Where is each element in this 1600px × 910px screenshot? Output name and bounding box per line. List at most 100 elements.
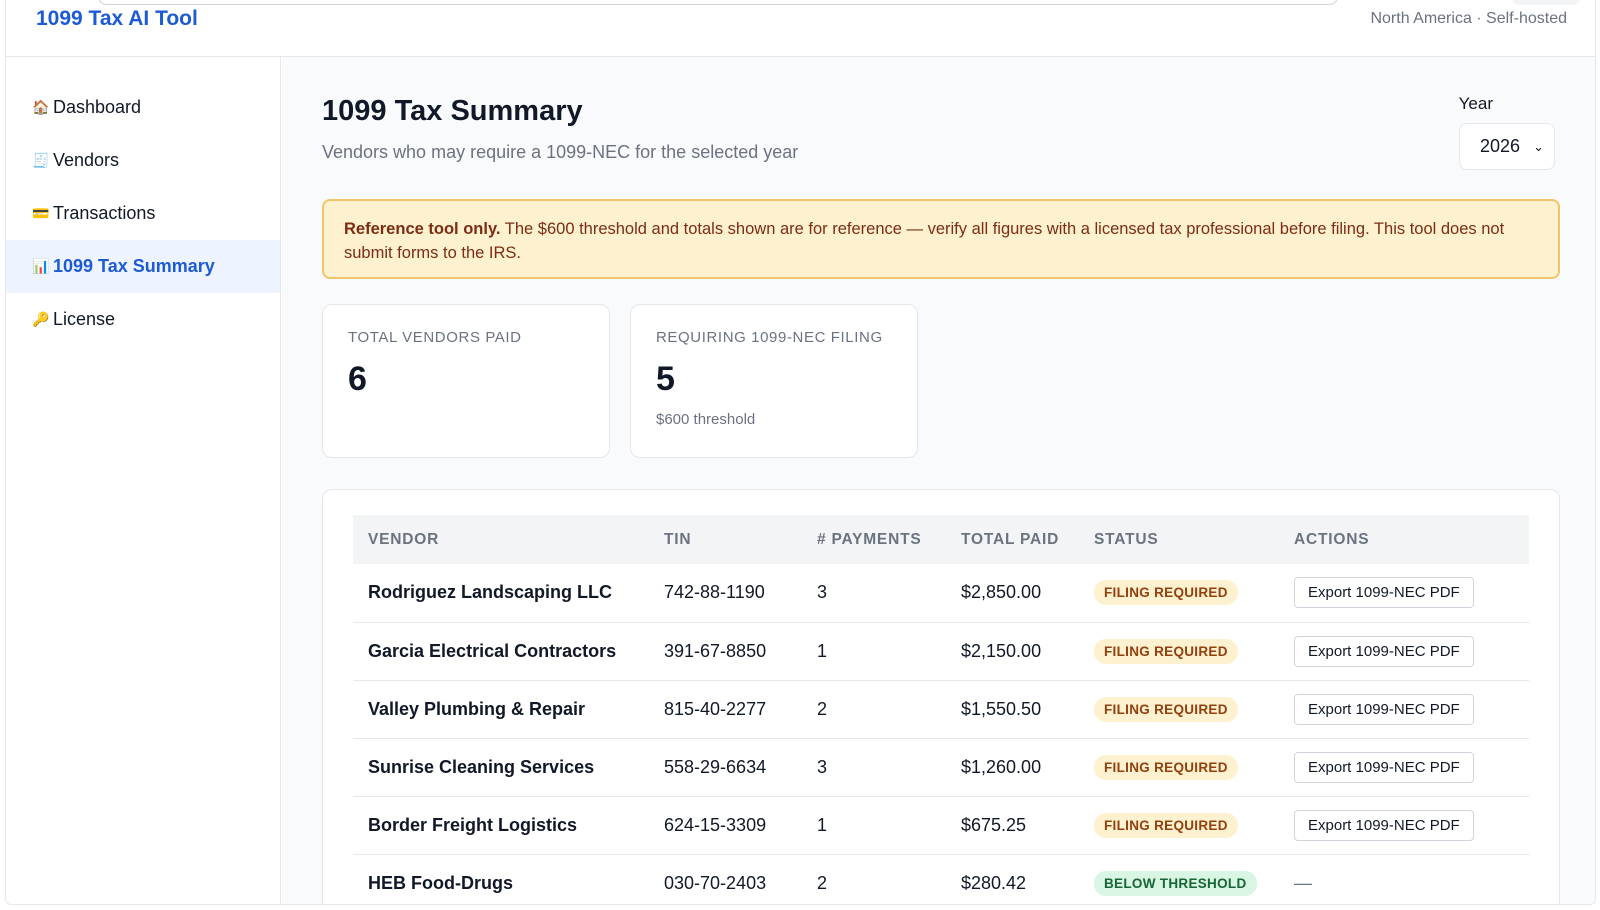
card-label: Requiring 1099-NEC filing (656, 329, 883, 346)
status-badge: FILING REQUIRED (1094, 696, 1238, 722)
table-row: Valley Plumbing & Repair 815-40-2277 2 $1,5… (353, 680, 1529, 739)
total-paid: $1,550.50 (946, 680, 1079, 739)
app-window: 1099 Tax AI Tool North America · Self-ho… (5, 0, 1596, 905)
actions-cell: Export 1099-NEC PDF (1279, 622, 1529, 681)
payment-count: 2 (802, 680, 946, 739)
payment-count: 3 (802, 738, 946, 797)
page-subtitle: Vendors who may require a 1099-NEC for t… (322, 142, 799, 162)
table-row: HEB Food-Drugs 030-70-2403 2 $280.42 BELOW T… (353, 854, 1529, 904)
notice-text: The $600 threshold and totals shown are … (344, 220, 1505, 262)
bar-chart-icon: 📊 (32, 258, 50, 274)
sidebar-item-label: License (53, 309, 116, 329)
year-select[interactable]: 2026 ⌄ (1459, 123, 1555, 170)
vendor-tin: 030-70-2403 (649, 854, 802, 904)
sidebar: 🏠 Dashboard 🧾 Vendors 💳 Transactions 📊 1099 Tax… (6, 57, 281, 904)
actions-cell: Export 1099-NEC PDF (1279, 680, 1529, 739)
sidebar-item-label: Transactions (53, 203, 156, 223)
year-label: Year (1458, 94, 1493, 113)
export-1099-nec-pdf-button[interactable]: Export 1099-NEC PDF (1294, 635, 1474, 667)
total-paid: $2,850.00 (946, 564, 1079, 623)
sidebar-item-label: Dashboard (53, 97, 142, 117)
card-value: 6 (348, 360, 367, 398)
search-bar[interactable] (98, 0, 1338, 5)
card-label: Total vendors paid (348, 329, 522, 346)
requiring-filing-card: Requiring 1099-NEC filing 5 $600 thresho… (630, 304, 918, 458)
status-cell: FILING REQUIRED (1079, 796, 1279, 855)
vendor-table-card: Vendor TIN # Payments Total Paid Status … (322, 489, 1560, 904)
year-value: 2026 (1480, 136, 1521, 156)
status-cell: FILING REQUIRED (1079, 622, 1279, 681)
vendor-name: Border Freight Logistics (353, 796, 649, 855)
status-badge: FILING REQUIRED (1094, 580, 1238, 606)
column-header-payments: # Payments (802, 515, 946, 564)
status-badge: BELOW THRESHOLD (1094, 870, 1257, 896)
sidebar-item-license[interactable]: 🔑 License (6, 293, 280, 346)
main-content: 1099 Tax Summary Vendors who may require… (282, 57, 1595, 904)
vendor-table: Vendor TIN # Payments Total Paid Status … (353, 515, 1529, 904)
export-1099-nec-pdf-button[interactable]: Export 1099-NEC PDF (1294, 693, 1474, 725)
no-action-dash: — (1294, 872, 1312, 893)
total-paid: $280.42 (946, 854, 1079, 904)
status-cell: FILING REQUIRED (1079, 564, 1279, 623)
export-1099-nec-pdf-button[interactable]: Export 1099-NEC PDF (1294, 751, 1474, 783)
house-icon: 🏠 (32, 99, 50, 115)
vendor-tin: 391-67-8850 (649, 622, 802, 681)
table-header-row: Vendor TIN # Payments Total Paid Status … (353, 515, 1529, 564)
sidebar-item-label: Vendors (53, 150, 120, 170)
column-header-vendor: Vendor (353, 515, 649, 564)
payment-count: 1 (802, 622, 946, 681)
app-brand[interactable]: 1099 Tax AI Tool (36, 7, 198, 31)
vendor-tin: 742-88-1190 (649, 564, 802, 623)
sidebar-item-vendors[interactable]: 🧾 Vendors (6, 134, 280, 187)
column-header-status: Status (1079, 515, 1279, 564)
card-note: $600 threshold (656, 411, 756, 428)
chevron-down-icon: ⌄ (1533, 138, 1544, 154)
export-1099-nec-pdf-button[interactable]: Export 1099-NEC PDF (1294, 577, 1474, 609)
table-row: Rodriguez Landscaping LLC 742-88-1190 3 $2,… (353, 564, 1529, 623)
reference-notice: Reference tool only. The $600 threshold … (322, 199, 1560, 279)
actions-cell: Export 1099-NEC PDF (1279, 738, 1529, 797)
payment-count: 1 (802, 796, 946, 855)
sidebar-item-label: 1099 Tax Summary (53, 256, 215, 276)
page-title: 1099 Tax Summary (322, 95, 583, 127)
vendor-tin: 815-40-2277 (649, 680, 802, 739)
column-header-total-paid: Total Paid (946, 515, 1079, 564)
actions-cell: Export 1099-NEC PDF (1279, 796, 1529, 855)
total-paid: $1,260.00 (946, 738, 1079, 797)
vendor-name: Rodriguez Landscaping LLC (353, 564, 649, 623)
column-header-tin: TIN (649, 515, 802, 564)
actions-cell: — (1279, 854, 1529, 904)
sidebar-item-dashboard[interactable]: 🏠 Dashboard (6, 81, 280, 134)
card-value: 5 (656, 360, 675, 398)
status-badge: FILING REQUIRED (1094, 754, 1238, 780)
table-row: Garcia Electrical Contractors 391-67-8850… (353, 622, 1529, 681)
sidebar-item-1099-tax-summary[interactable]: 📊 1099 Tax Summary (6, 240, 280, 293)
vendor-name: HEB Food-Drugs (353, 854, 649, 904)
status-cell: BELOW THRESHOLD (1079, 854, 1279, 904)
status-cell: FILING REQUIRED (1079, 680, 1279, 739)
notice-bold: Reference tool only. (344, 220, 501, 238)
top-right-control[interactable] (1511, 0, 1581, 5)
vendor-name: Garcia Electrical Contractors (353, 622, 649, 681)
region-label: North America · Self-hosted (1370, 10, 1567, 27)
status-badge: FILING REQUIRED (1094, 638, 1238, 664)
table-row: Border Freight Logistics 624-15-3309 1 $675… (353, 796, 1529, 855)
key-icon: 🔑 (32, 311, 50, 327)
vendor-tin: 558-29-6634 (649, 738, 802, 797)
sidebar-item-transactions[interactable]: 💳 Transactions (6, 187, 280, 240)
status-cell: FILING REQUIRED (1079, 738, 1279, 797)
total-paid: $2,150.00 (946, 622, 1079, 681)
vendor-tin: 624-15-3309 (649, 796, 802, 855)
vendor-name: Valley Plumbing & Repair (353, 680, 649, 739)
total-vendors-card: Total vendors paid 6 (322, 304, 610, 458)
vendor-name: Sunrise Cleaning Services (353, 738, 649, 797)
status-badge: FILING REQUIRED (1094, 812, 1238, 838)
table-row: Sunrise Cleaning Services 558-29-6634 3 $1,… (353, 738, 1529, 797)
payment-count: 3 (802, 564, 946, 623)
payment-count: 2 (802, 854, 946, 904)
actions-cell: Export 1099-NEC PDF (1279, 564, 1529, 623)
total-paid: $675.25 (946, 796, 1079, 855)
export-1099-nec-pdf-button[interactable]: Export 1099-NEC PDF (1294, 809, 1474, 841)
top-bar: 1099 Tax AI Tool North America · Self-ho… (6, 0, 1595, 57)
column-header-actions: Actions (1279, 515, 1529, 564)
